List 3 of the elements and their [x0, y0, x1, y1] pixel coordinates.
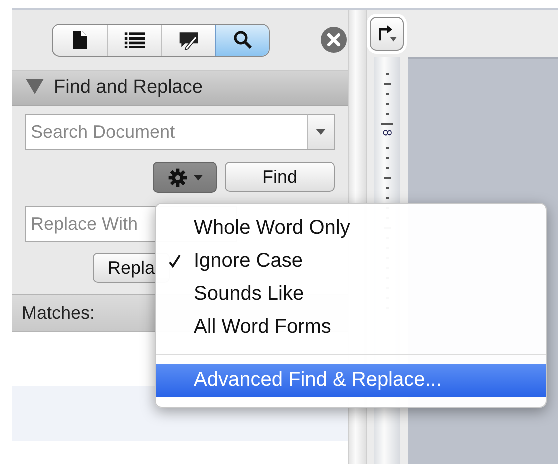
matches-label: Matches:: [22, 302, 96, 324]
ruler-number: 8: [381, 130, 393, 136]
panel-title: Find and Replace: [54, 77, 203, 99]
